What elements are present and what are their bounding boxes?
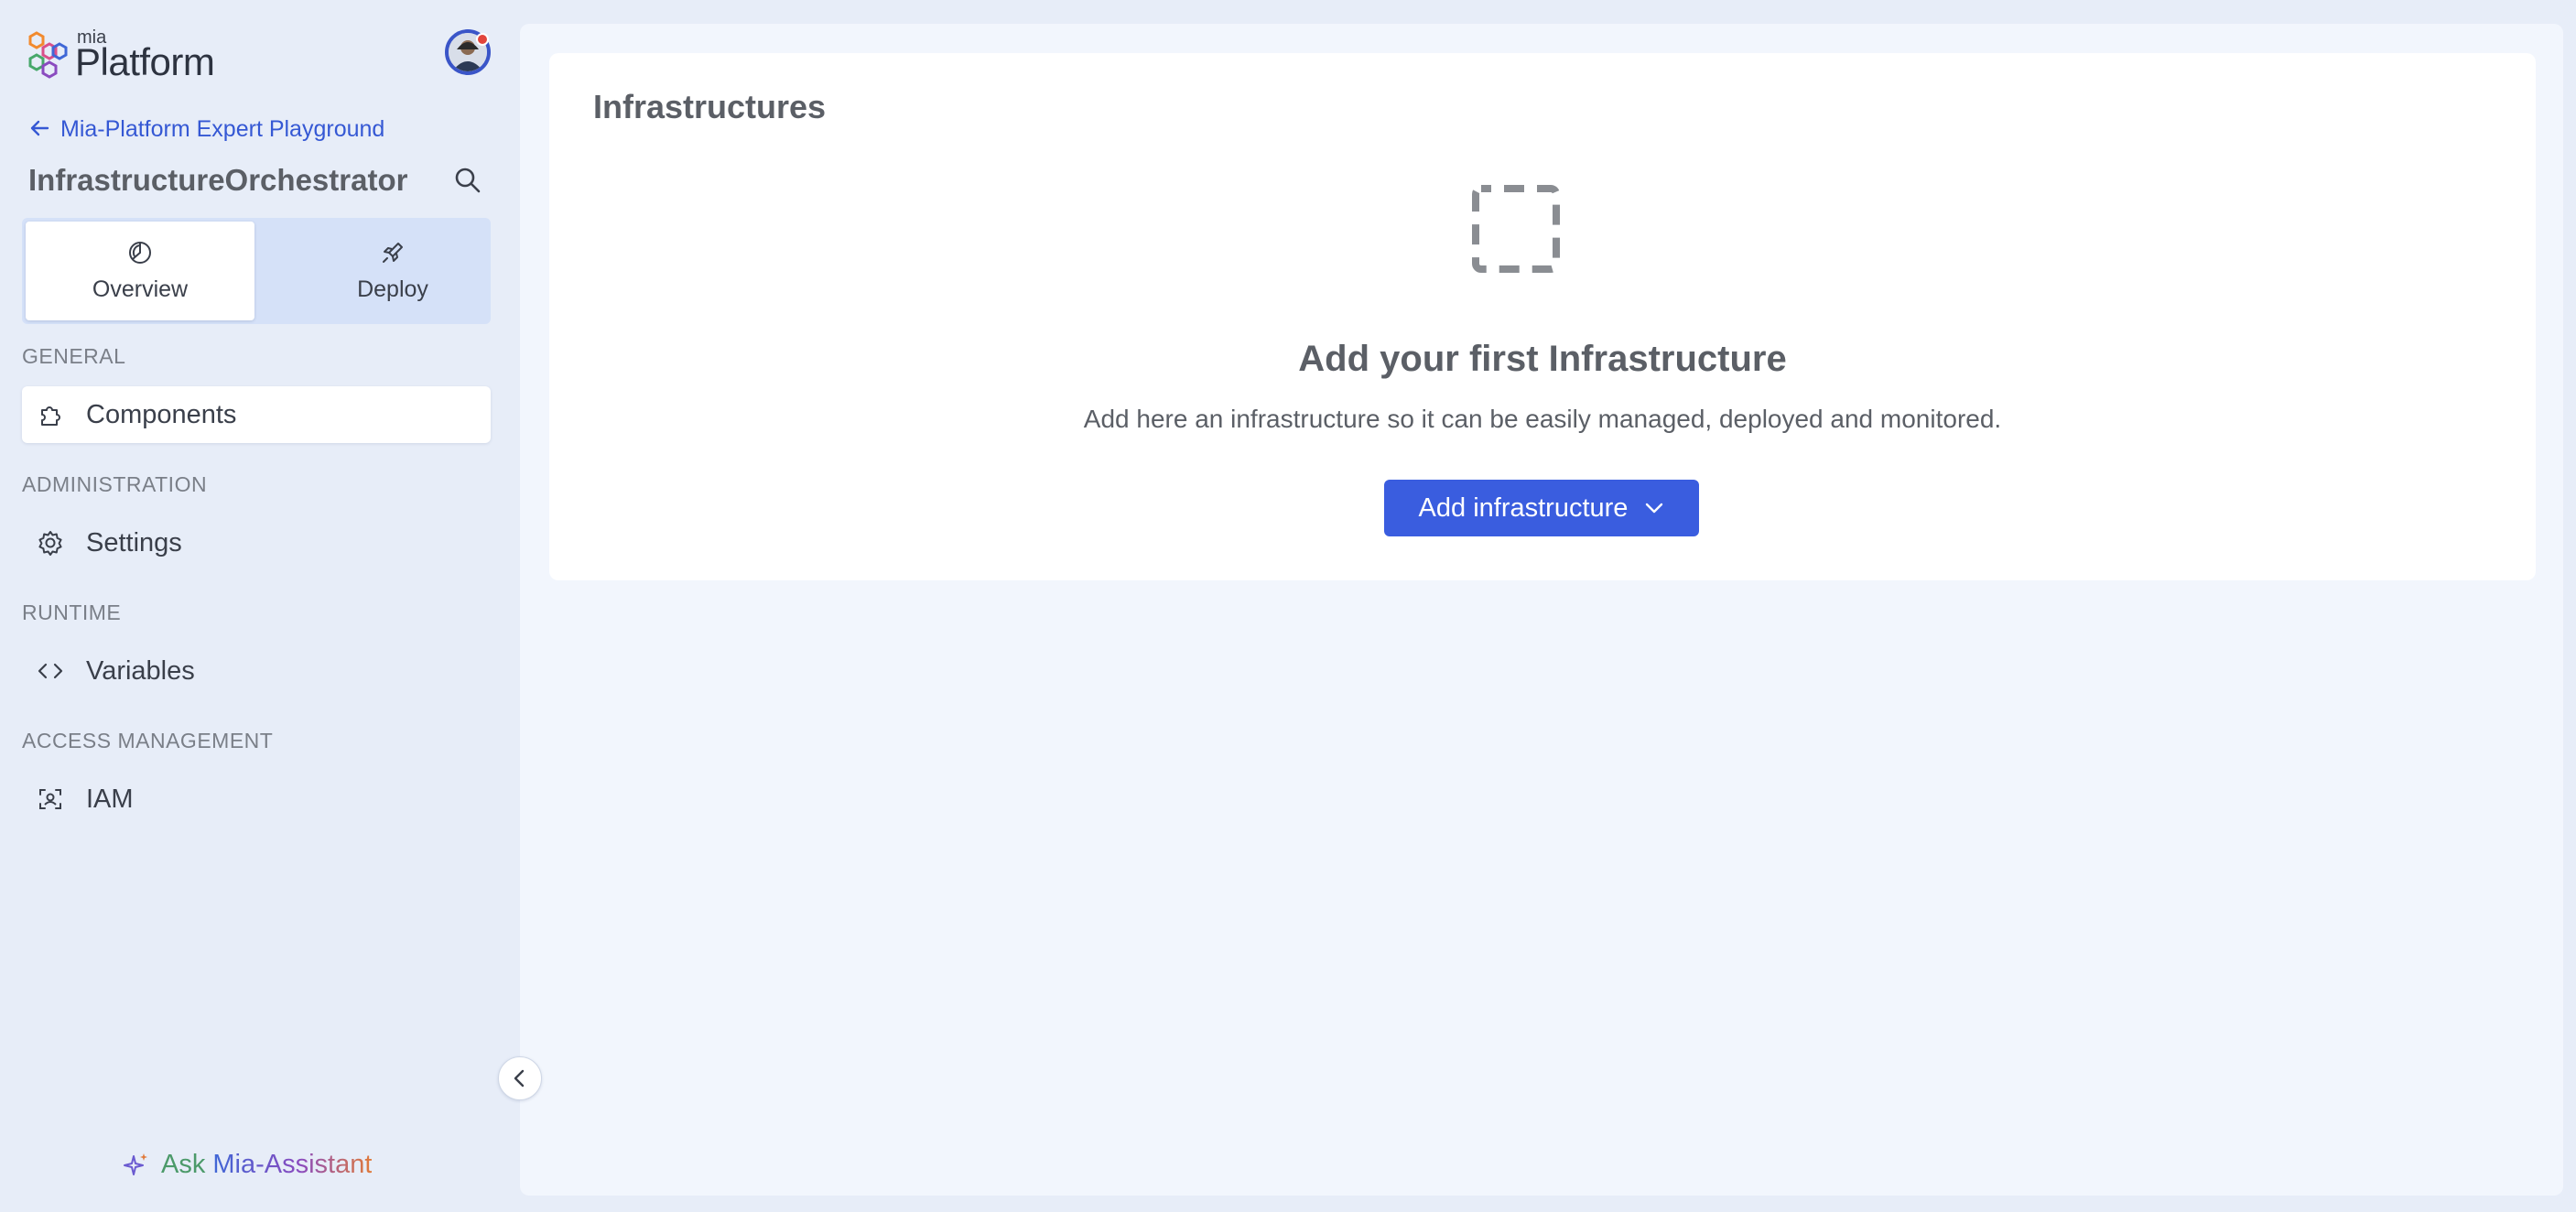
section-label-general: GENERAL: [22, 344, 126, 368]
add-infrastructure-button[interactable]: Add infrastructure: [1384, 480, 1699, 536]
segment-deploy-label: Deploy: [357, 276, 428, 302]
sparkle-icon: [124, 1152, 147, 1175]
assistant-name: Mia-Assistant: [212, 1150, 373, 1179]
brand-logo[interactable]: mia Platform: [27, 27, 215, 83]
main-content: Infrastructures Add your first Infrastru…: [520, 24, 2563, 1196]
chevron-down-icon: [1646, 503, 1663, 514]
sidebar-item-components[interactable]: Components: [22, 386, 491, 443]
search-icon: [455, 168, 481, 193]
section-label-administration: ADMINISTRATION: [22, 472, 208, 496]
segment-deploy[interactable]: Deploy: [278, 222, 507, 320]
collapse-sidebar-button[interactable]: [498, 1056, 542, 1100]
sidebar-item-iam[interactable]: IAM: [22, 771, 491, 828]
add-infrastructure-label: Add infrastructure: [1418, 492, 1629, 523]
sidebar-item-label: Variables: [86, 655, 195, 686]
section-label-access-management: ACCESS MANAGEMENT: [22, 729, 274, 752]
notification-dot: [476, 33, 489, 46]
rocket-icon: [383, 242, 403, 263]
code-brackets-icon: [35, 655, 66, 687]
sidebar-item-label: Settings: [86, 527, 182, 557]
user-scan-icon: [35, 784, 66, 815]
segment-overview[interactable]: Overview: [26, 222, 254, 320]
chevron-left-icon: [514, 1069, 525, 1088]
pie-chart-icon: [129, 241, 151, 264]
brand-name: Platform: [75, 40, 215, 83]
hexagon-logo-icon: [27, 31, 68, 79]
section-label-runtime: RUNTIME: [22, 601, 122, 624]
segment-overview-label: Overview: [92, 276, 189, 302]
gear-icon: [35, 527, 66, 558]
sidebar: mia Platform Mia-Platform Expert Playgro…: [0, 0, 520, 1212]
back-link-label: Mia-Platform Expert Playground: [60, 116, 385, 142]
puzzle-icon: [35, 399, 66, 430]
search-button[interactable]: [452, 165, 483, 196]
empty-placeholder-icon: [1470, 183, 1562, 275]
arrow-left-icon: [29, 115, 49, 144]
view-switcher: Overview Deploy: [22, 218, 491, 324]
app-root: mia Platform Mia-Platform Expert Playgro…: [0, 0, 2576, 1212]
assistant-ask-label: Ask: [161, 1150, 206, 1179]
sidebar-item-variables[interactable]: Variables: [22, 643, 491, 699]
project-title: InfrastructureOrchestrator: [28, 163, 408, 197]
page-title: Infrastructures: [593, 88, 827, 125]
empty-state-title: Add your first Infrastructure: [1298, 339, 1787, 379]
sidebar-item-label: Components: [86, 399, 237, 429]
sidebar-item-settings[interactable]: Settings: [22, 514, 491, 571]
sidebar-item-label: IAM: [86, 784, 134, 814]
infrastructures-card: Infrastructures Add your first Infrastru…: [549, 53, 2536, 580]
empty-state-description: Add here an infrastructure so it can be …: [1083, 405, 2002, 433]
ask-assistant-button[interactable]: Ask Mia-Assistant: [121, 1150, 372, 1180]
back-link[interactable]: Mia-Platform Expert Playground: [29, 115, 384, 144]
